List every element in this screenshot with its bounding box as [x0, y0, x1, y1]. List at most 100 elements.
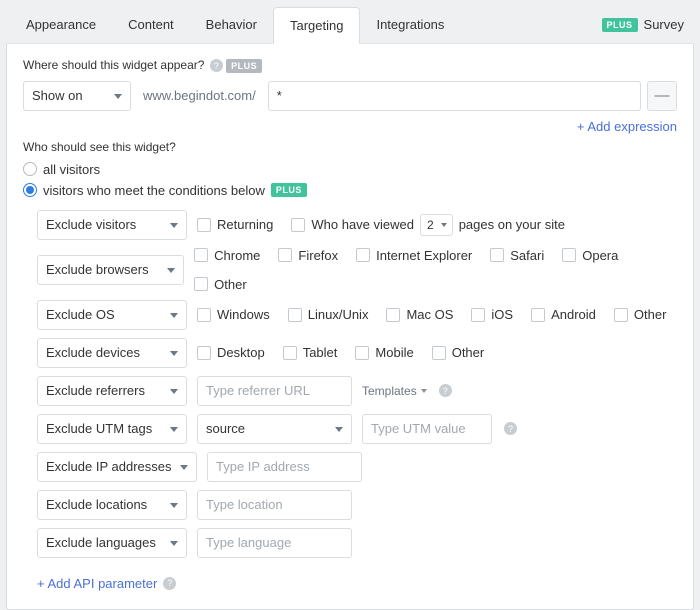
cond-row-referrers: Exclude referrers Templates ? [37, 376, 677, 406]
cond-row-languages: Exclude languages [37, 528, 677, 558]
tab-appearance[interactable]: Appearance [10, 7, 112, 42]
chk-label-text: Other [214, 277, 247, 292]
chk-label-text: Chrome [214, 248, 260, 263]
chk-ie[interactable]: Internet Explorer [356, 248, 472, 263]
ip-input[interactable] [207, 452, 362, 482]
tab-content[interactable]: Content [112, 7, 190, 42]
chk-macos[interactable]: Mac OS [386, 307, 453, 322]
chk-label-text: Tablet [303, 345, 338, 360]
utm-mode-select[interactable]: Exclude UTM tags [37, 414, 187, 444]
chevron-down-icon [170, 541, 178, 546]
help-icon[interactable]: ? [210, 59, 223, 72]
checkbox-icon [283, 346, 297, 360]
who-question: Who should see this widget? [23, 140, 677, 154]
show-mode-select[interactable]: Show on [23, 81, 131, 111]
ip-mode-select[interactable]: Exclude IP addresses [37, 452, 197, 482]
plus-badge: PLUS [602, 18, 638, 32]
chevron-down-icon [170, 389, 178, 394]
chevron-down-icon [421, 389, 427, 393]
who-viewed-pre: Who have viewed [311, 217, 414, 232]
utm-param-select[interactable]: source [197, 414, 352, 444]
chk-label-text: Other [634, 307, 667, 322]
chk-mobile[interactable]: Mobile [355, 345, 413, 360]
chevron-down-icon [170, 223, 178, 228]
chk-label-text: Returning [217, 217, 273, 232]
checkbox-icon [355, 346, 369, 360]
chk-who-viewed[interactable]: Who have viewed 2 pages on your site [291, 214, 565, 236]
chevron-down-icon [170, 503, 178, 508]
chk-windows[interactable]: Windows [197, 307, 270, 322]
language-input[interactable] [197, 528, 352, 558]
checkbox-icon [432, 346, 446, 360]
browsers-mode-select[interactable]: Exclude browsers [37, 255, 184, 285]
chk-label-text: Windows [217, 307, 270, 322]
chk-firefox[interactable]: Firefox [278, 248, 338, 263]
referrers-mode-select[interactable]: Exclude referrers [37, 376, 187, 406]
chk-android[interactable]: Android [531, 307, 596, 322]
radio-all-visitors[interactable]: all visitors [23, 162, 677, 177]
radio-cond-label: visitors who meet the conditions below [43, 183, 265, 198]
checkbox-icon [562, 248, 576, 262]
chk-label-text: Mac OS [406, 307, 453, 322]
chk-chrome[interactable]: Chrome [194, 248, 260, 263]
chk-returning[interactable]: Returning [197, 217, 273, 232]
plus-badge: PLUS [226, 59, 262, 73]
chevron-down-icon [170, 351, 178, 356]
chk-ios[interactable]: iOS [471, 307, 513, 322]
checkbox-icon [197, 218, 211, 232]
tab-targeting[interactable]: Targeting [273, 7, 360, 44]
chk-other[interactable]: Other [194, 277, 247, 292]
cond-row-visitors: Exclude visitors Returning Who have view… [37, 210, 677, 240]
visitors-mode-select[interactable]: Exclude visitors [37, 210, 187, 240]
radio-all-label: all visitors [43, 162, 100, 177]
chk-linux[interactable]: Linux/Unix [288, 307, 369, 322]
locations-mode-select[interactable]: Exclude locations [37, 490, 187, 520]
where-question-text: Where should this widget appear? [23, 58, 204, 72]
referrer-url-input[interactable] [197, 376, 352, 406]
checkbox-icon [490, 248, 504, 262]
remove-expression-button[interactable]: — [647, 81, 677, 111]
help-icon[interactable]: ? [504, 422, 517, 435]
add-api-label: + Add API parameter [37, 576, 157, 591]
select-value: Exclude browsers [46, 262, 149, 277]
languages-mode-select[interactable]: Exclude languages [37, 528, 187, 558]
utm-param-value: source [206, 421, 245, 436]
add-api-parameter-link[interactable]: + Add API parameter ? [37, 576, 176, 591]
plus-badge: PLUS [271, 183, 307, 197]
page-count-select[interactable]: 2 [420, 214, 453, 236]
radio-icon [23, 183, 37, 197]
os-mode-select[interactable]: Exclude OS [37, 300, 187, 330]
chk-other[interactable]: Other [432, 345, 485, 360]
tab-integrations[interactable]: Integrations [360, 7, 460, 42]
checkbox-icon [278, 248, 292, 262]
add-expression-link[interactable]: + Add expression [577, 119, 677, 134]
chk-other[interactable]: Other [614, 307, 667, 322]
chk-label-text: Opera [582, 248, 618, 263]
chk-safari[interactable]: Safari [490, 248, 544, 263]
chk-label-text: Linux/Unix [308, 307, 369, 322]
who-viewed-post: pages on your site [459, 217, 565, 232]
select-value: Exclude devices [46, 345, 140, 360]
chk-label-text: Android [551, 307, 596, 322]
templates-dropdown[interactable]: Templates [362, 384, 427, 398]
checkbox-icon [471, 308, 485, 322]
tab-behavior[interactable]: Behavior [190, 7, 273, 42]
path-input[interactable] [268, 81, 641, 111]
cond-row-ip: Exclude IP addresses [37, 452, 677, 482]
cond-row-browsers: Exclude browsers Chrome Firefox Internet… [37, 248, 677, 292]
conditions-block: Exclude visitors Returning Who have view… [23, 210, 677, 591]
chevron-down-icon [114, 94, 122, 99]
devices-mode-select[interactable]: Exclude devices [37, 338, 187, 368]
select-value: Exclude languages [46, 535, 156, 550]
chk-desktop[interactable]: Desktop [197, 345, 265, 360]
where-question: Where should this widget appear? ? PLUS [23, 58, 677, 73]
cond-row-locations: Exclude locations [37, 490, 677, 520]
utm-value-input[interactable] [362, 414, 492, 444]
radio-conditional-visitors[interactable]: visitors who meet the conditions below P… [23, 183, 677, 198]
chk-tablet[interactable]: Tablet [283, 345, 338, 360]
chk-opera[interactable]: Opera [562, 248, 618, 263]
domain-text: www.begindot.com/ [137, 88, 262, 103]
chk-label-text: iOS [491, 307, 513, 322]
location-input[interactable] [197, 490, 352, 520]
help-icon[interactable]: ? [439, 384, 452, 397]
